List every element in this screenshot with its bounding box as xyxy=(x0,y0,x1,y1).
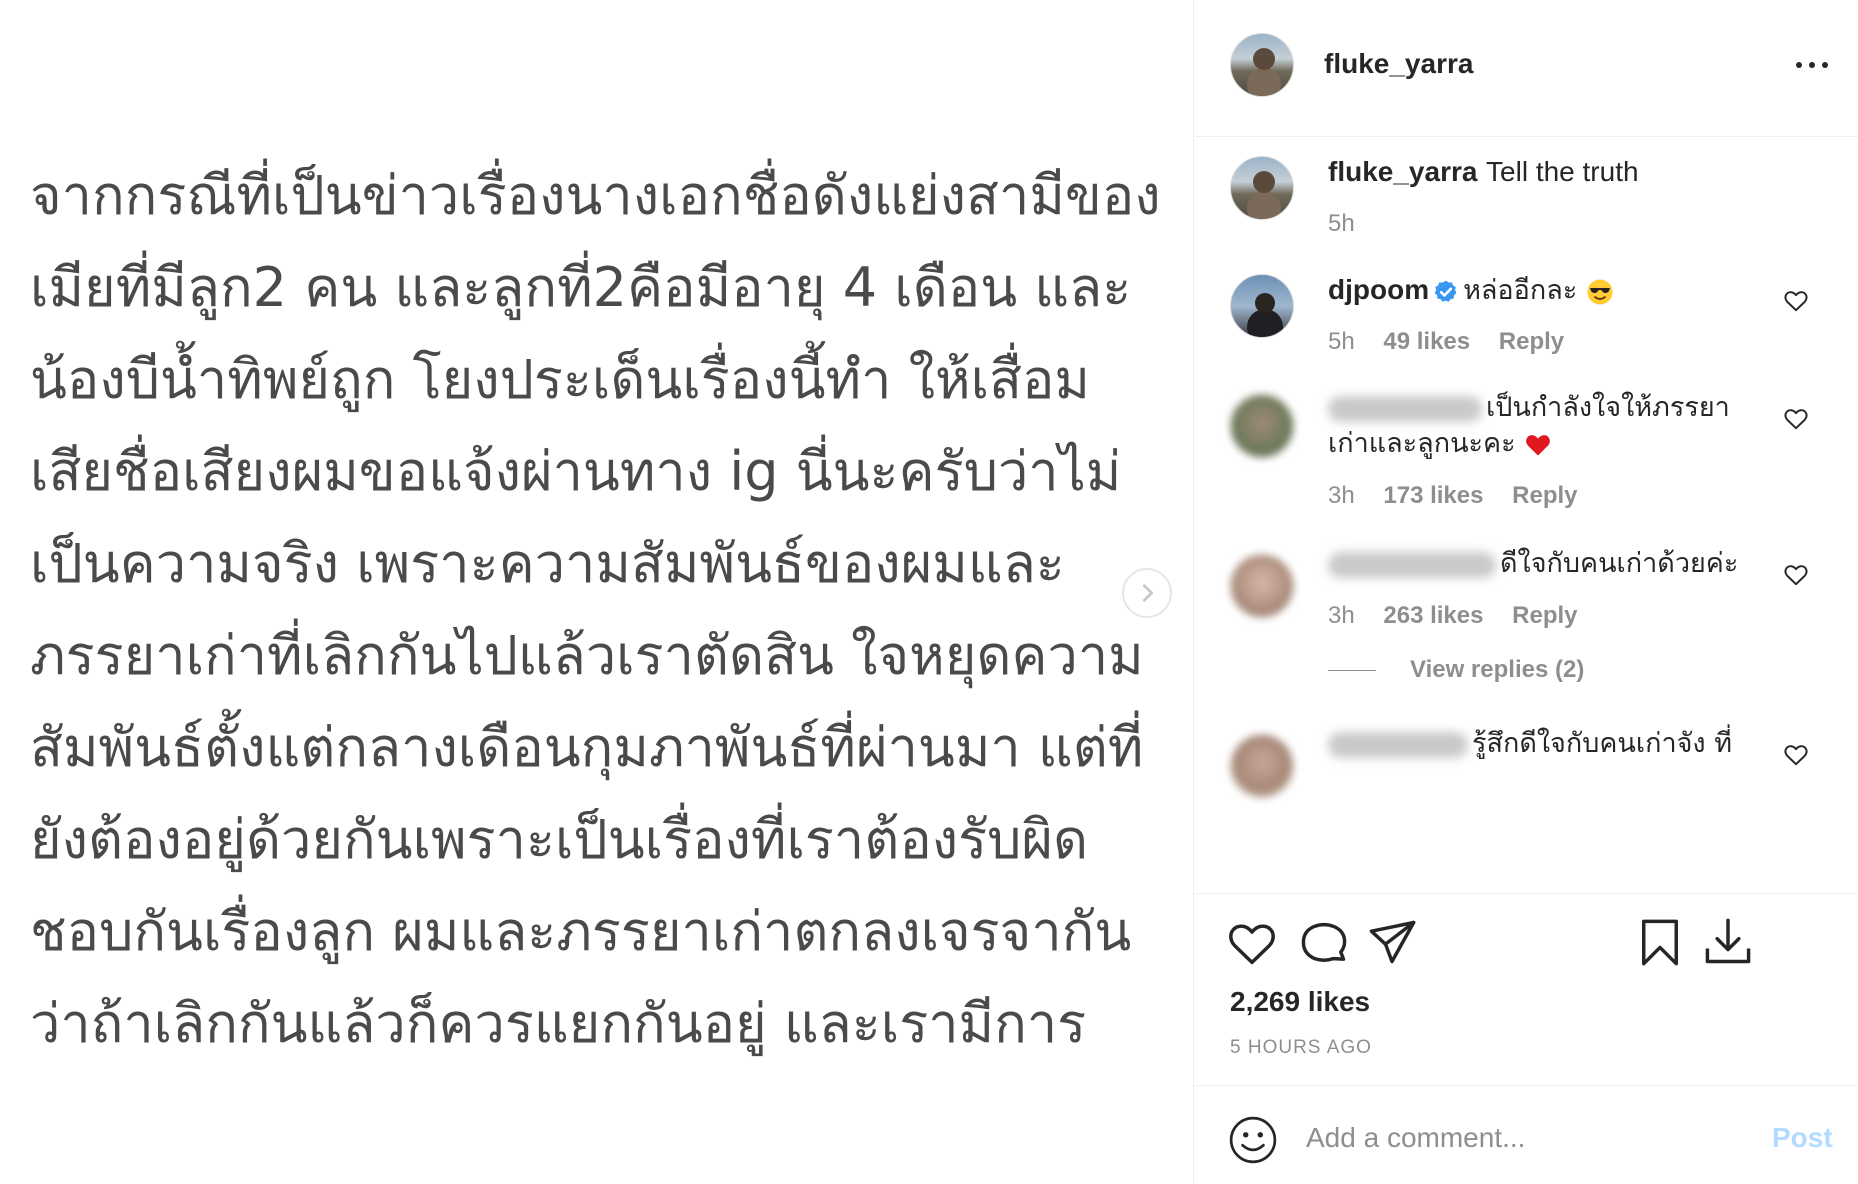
avatar[interactable] xyxy=(1230,33,1294,97)
post-actions: 2,269 likes 5 HOURS AGO xyxy=(1194,893,1858,1085)
hidden-username[interactable] xyxy=(1328,731,1468,758)
download-icon[interactable] xyxy=(1702,916,1754,968)
post-image-text: จากกรณีที่เป็นข่าวเรื่องนางเอกชื่อดังแย่… xyxy=(30,150,1180,1070)
like-heart-icon[interactable] xyxy=(1226,918,1278,970)
reply-button[interactable]: Reply xyxy=(1512,482,1577,509)
post-comment-button[interactable]: Post xyxy=(1772,1122,1833,1154)
sunglasses-emoji-icon xyxy=(1587,279,1613,304)
avatar[interactable] xyxy=(1230,554,1294,618)
post-header: fluke_yarra xyxy=(1194,0,1858,137)
comment-time: 3h xyxy=(1328,602,1355,629)
avatar[interactable] xyxy=(1230,394,1294,458)
avatar[interactable] xyxy=(1230,734,1294,798)
post-media[interactable]: จากกรณีที่เป็นข่าวเรื่องนางเอกชื่อดังแย่… xyxy=(0,0,1193,1184)
caption-meta: 5h xyxy=(1328,210,1377,238)
post-text-line: ว่าถ้าเลิกกันแล้วก็ควรแยกกันอยู่ และเราม… xyxy=(30,992,1087,1055)
comment-body: ดีใจกับคนเก่าด้วยค่ะ xyxy=(1500,548,1739,579)
bookmark-save-icon[interactable] xyxy=(1634,916,1686,968)
comment-meta: 3h 173 likes Reply xyxy=(1328,482,1600,510)
comment-likes[interactable]: 263 likes xyxy=(1383,602,1483,629)
red-heart-emoji-icon xyxy=(1526,434,1551,455)
like-comment-heart-icon[interactable] xyxy=(1783,562,1809,588)
caption-username[interactable]: fluke_yarra xyxy=(1328,156,1477,187)
verified-badge-icon xyxy=(1434,280,1457,302)
divider-line xyxy=(1328,669,1376,671)
comment-text: ดีใจกับคนเก่าด้วยค่ะ xyxy=(1328,546,1738,582)
comment-username[interactable]: djpoom xyxy=(1328,274,1429,305)
reply-button[interactable]: Reply xyxy=(1512,602,1577,629)
comment-likes[interactable]: 49 likes xyxy=(1383,328,1470,355)
view-replies-label: View replies (2) xyxy=(1410,656,1585,683)
comment-body: หล่ออีกละ xyxy=(1463,275,1578,306)
post-text-line: ภรรยาเก่าที่เลิกกันไปแล้วเราตัดสิน ใจหยุ… xyxy=(30,624,1144,687)
hidden-username[interactable] xyxy=(1328,395,1482,422)
emoji-smiley-icon[interactable] xyxy=(1228,1115,1278,1165)
post-text-line: น้องบีน้ำทิพย์ถูก โยงประเด็นเรื่องนี้ทำ … xyxy=(30,348,1091,411)
next-image-button[interactable] xyxy=(1122,568,1172,618)
caption-time: 5h xyxy=(1328,210,1355,237)
post-text-line: เป็นความจริง เพราะความสัมพันธ์ของผมและ xyxy=(30,532,1065,595)
comment-text: เป็นกำลังใจให้ภรรยา เก่าและลูกนะคะ xyxy=(1328,390,1730,462)
post-timestamp: 5 HOURS AGO xyxy=(1230,1037,1372,1058)
post-likes-count[interactable]: 2,269 likes xyxy=(1230,986,1370,1018)
post-side-panel: fluke_yarra fluke_yarra Tell the truth 5… xyxy=(1193,0,1858,1184)
comment-body-line2: เก่าและลูกนะคะ xyxy=(1328,428,1516,459)
caption-body: Tell the truth xyxy=(1486,156,1639,187)
more-dot xyxy=(1809,62,1815,68)
comments-list[interactable]: fluke_yarra Tell the truth 5h djpoom หล่อ… xyxy=(1194,138,1858,893)
post-text-line: เมียที่มีลูก2 คน และลูกที่2คือมีอายุ 4 เ… xyxy=(30,256,1132,319)
reply-button[interactable]: Reply xyxy=(1499,328,1564,355)
like-comment-heart-icon[interactable] xyxy=(1783,742,1809,768)
more-dot xyxy=(1822,62,1828,68)
comment-text: รู้สึกดีใจกับคนเก่าจัง ที่ xyxy=(1328,726,1732,762)
post-text-line: ชอบกันเรื่องลูก ผมและภรรยาเก่าตกลงเจรจาก… xyxy=(30,900,1132,963)
header-username[interactable]: fluke_yarra xyxy=(1324,48,1473,80)
post-text-line: เสียชื่อเสียงผมขอแจ้งผ่านทาง ig นี่นะครั… xyxy=(30,440,1122,503)
post-text-line: สัมพันธ์ตั้งแต่กลางเดือนกุมภาพันธ์ที่ผ่า… xyxy=(30,716,1144,779)
comment-body-line1: เป็นกำลังใจให้ภรรยา xyxy=(1486,392,1730,423)
more-options-button[interactable] xyxy=(1792,50,1832,80)
comment-bubble-icon[interactable] xyxy=(1298,918,1350,970)
share-send-icon[interactable] xyxy=(1366,916,1418,968)
view-replies-button[interactable]: View replies (2) xyxy=(1328,656,1728,684)
add-comment-bar: Post xyxy=(1194,1085,1858,1184)
comment-time: 5h xyxy=(1328,328,1355,355)
comment-body: รู้สึกดีใจกับคนเก่าจัง ที่ xyxy=(1472,728,1732,759)
comment-text: djpoom หล่ออีกละ xyxy=(1328,272,1614,309)
post-text-line: จากกรณีที่เป็นข่าวเรื่องนางเอกชื่อดังแย่… xyxy=(30,164,1161,227)
hidden-username[interactable] xyxy=(1328,551,1496,578)
comment-likes[interactable]: 173 likes xyxy=(1383,482,1483,509)
post-text-line: ยังต้องอยู่ด้วยกันเพราะเป็นเรื่องที่เราต… xyxy=(30,808,1089,871)
like-comment-heart-icon[interactable] xyxy=(1783,288,1809,314)
avatar[interactable] xyxy=(1230,274,1294,338)
avatar[interactable] xyxy=(1230,156,1294,220)
more-dot xyxy=(1796,62,1802,68)
caption-text: fluke_yarra Tell the truth xyxy=(1328,154,1639,191)
chevron-right-icon xyxy=(1142,584,1153,602)
comment-time: 3h xyxy=(1328,482,1355,509)
comment-meta: 3h 263 likes Reply xyxy=(1328,602,1600,630)
comment-meta: 5h 49 likes Reply xyxy=(1328,328,1586,356)
like-comment-heart-icon[interactable] xyxy=(1783,406,1809,432)
comment-input[interactable] xyxy=(1306,1110,1746,1166)
